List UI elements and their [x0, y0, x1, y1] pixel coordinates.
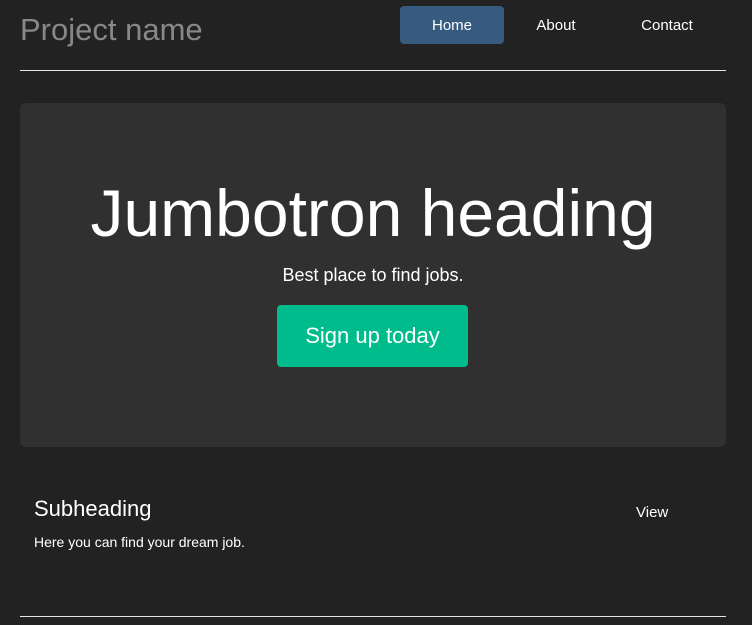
project-name[interactable]: Project name — [20, 10, 203, 50]
nav-contact-link[interactable]: Contact — [608, 6, 726, 44]
nav-about-link[interactable]: About — [504, 6, 608, 44]
footer-divider — [20, 616, 726, 617]
jumbotron-heading: Jumbotron heading — [90, 176, 656, 250]
section-subheading: Subheading — [34, 496, 152, 521]
header-divider — [20, 70, 726, 71]
sign-up-button[interactable]: Sign up today — [277, 305, 468, 367]
section-text: Here you can find your dream job. — [34, 534, 245, 550]
jumbotron: Jumbotron heading Best place to find job… — [20, 103, 726, 447]
page: Project name Home About Contact Jumbotro… — [0, 0, 752, 625]
jumbotron-lead: Best place to find jobs. — [282, 265, 464, 285]
nav-home-link[interactable]: Home — [400, 6, 504, 44]
view-link[interactable]: View — [636, 503, 668, 523]
main-nav: Home About Contact — [400, 6, 726, 44]
